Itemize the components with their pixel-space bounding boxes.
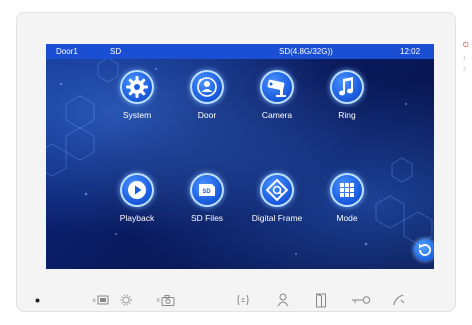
power-indicator-icon: ⏻ <box>463 42 469 49</box>
door-label: Door1 <box>56 47 78 56</box>
handset-icon <box>393 294 405 306</box>
menu-item-digital-frame[interactable]: Digital Frame <box>242 173 312 229</box>
menu-item-camera[interactable]: Camera <box>242 70 312 126</box>
monitor-screen: Door1 SD SD(4.8G/32G)) 12:02 System Door… <box>46 44 434 269</box>
sd-label: SD <box>110 47 122 56</box>
brightness-up-button[interactable]: ∧ <box>92 290 109 310</box>
gear-icon <box>120 294 132 306</box>
indicator-1: 1 <box>463 56 466 62</box>
door-icon <box>190 70 224 104</box>
menu-item-playback[interactable]: Playback <box>102 173 172 229</box>
menu-label: Playback <box>119 213 155 223</box>
snapshot-button[interactable]: ∨ <box>156 290 175 310</box>
hangup-button[interactable] <box>392 290 406 310</box>
up-symbol: ∧ <box>92 297 97 304</box>
door-icon <box>316 293 326 307</box>
menu-label: Mode <box>336 213 358 223</box>
screen-icon <box>97 295 109 305</box>
down-symbol: ∨ <box>156 297 161 304</box>
play-icon <box>120 173 154 207</box>
status-bar: Door1 SD SD(4.8G/32G)) 12:02 <box>46 44 434 59</box>
menu-label: SD Files <box>190 213 224 223</box>
camera-icon <box>260 70 294 104</box>
menu-item-door[interactable]: Door <box>172 70 242 126</box>
clock: 12:02 <box>400 47 421 56</box>
power-led-icon <box>35 290 40 310</box>
menu-item-system[interactable]: System <box>102 70 172 126</box>
storage-label: SD(4.8G/32G)) <box>279 47 333 56</box>
monitor-person-button[interactable] <box>277 290 289 310</box>
svg-text:SD: SD <box>202 189 211 195</box>
unlock-button[interactable] <box>351 290 371 310</box>
menu-item-mode[interactable]: Mode <box>312 173 382 229</box>
menu-item-ring[interactable]: Ring <box>312 70 382 126</box>
intercom-icon <box>237 294 249 306</box>
menu-label: Door <box>197 110 217 120</box>
menu-item-sd-files[interactable]: SD SD Files <box>172 173 242 229</box>
gear-icon <box>120 70 154 104</box>
hardware-button-row: ∧ ∨ <box>0 290 472 312</box>
sd-card-icon: SD <box>190 173 224 207</box>
back-icon[interactable] <box>414 239 434 261</box>
menu-label: Camera <box>261 110 293 120</box>
grid-icon <box>330 173 364 207</box>
menu-label: Digital Frame <box>251 213 303 223</box>
menu-label: Ring <box>338 110 356 120</box>
person-icon <box>277 293 289 307</box>
menu-label: System <box>122 110 152 120</box>
music-note-icon <box>330 70 364 104</box>
camera-icon <box>161 294 175 306</box>
settings-button[interactable] <box>120 290 132 310</box>
door-button[interactable] <box>315 290 327 310</box>
indicator-2: 2 <box>463 67 466 73</box>
key-icon <box>352 296 371 304</box>
frame-icon <box>260 173 294 207</box>
intercom-button[interactable] <box>236 290 250 310</box>
